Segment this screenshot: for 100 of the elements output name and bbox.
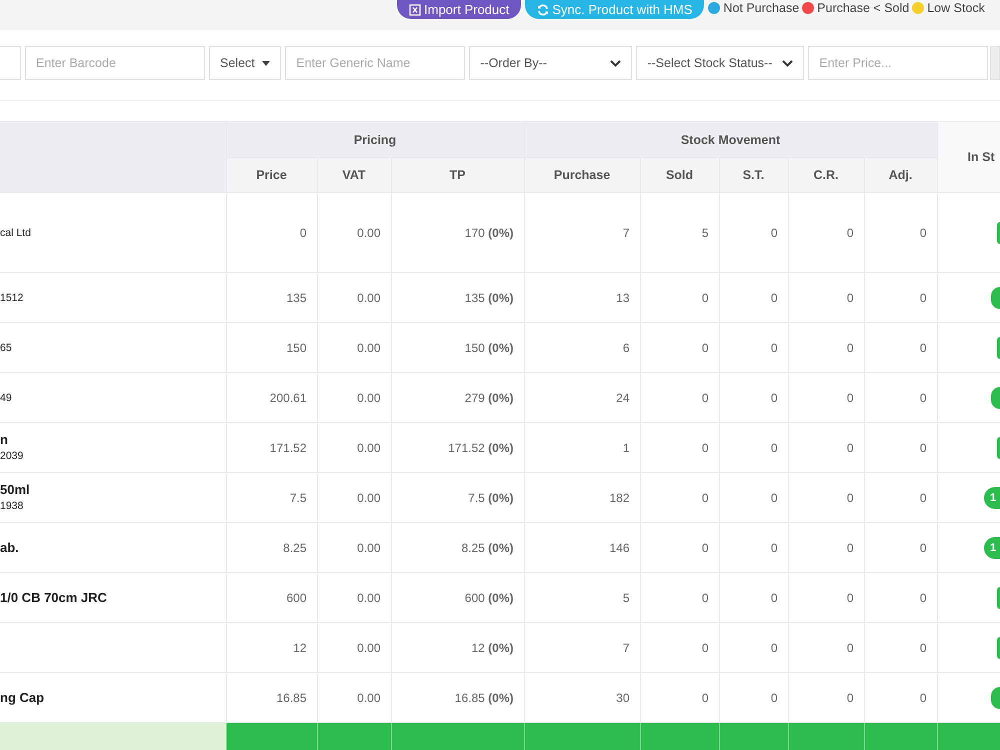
order-by-select[interactable]: --Order By-- [469, 46, 632, 80]
stock-status-select[interactable]: --Select Stock Status-- [636, 46, 804, 80]
table-cell: 0 [640, 622, 719, 672]
table-cell: 5 [524, 572, 640, 622]
table-cell: 0 [719, 322, 788, 372]
table-cell: 0 [788, 272, 864, 322]
table-cell: 0 [719, 522, 788, 572]
table-cell: 0.00 [317, 522, 391, 572]
table-cell: 0 [788, 622, 864, 672]
table-cell: 0 [864, 372, 938, 422]
table-cell: 0.00 [317, 472, 391, 522]
table-cell: 12 [226, 622, 317, 672]
stock-badge: 1 [984, 486, 1000, 508]
table-cell: 146 [524, 522, 640, 572]
table-cell: 0.00 [317, 192, 391, 272]
product-detail: 65 [0, 340, 13, 356]
table-cell: 279 (0%) [391, 372, 524, 422]
table-cell: 0 [864, 472, 938, 522]
table-cell: 13 [524, 272, 640, 322]
table-cell: 0 [864, 522, 938, 572]
product-name: 50ml [0, 482, 31, 498]
table-cell: 0 [788, 572, 864, 622]
search-button[interactable] [990, 46, 1000, 80]
price-field[interactable]: Enter Price... [808, 46, 988, 80]
table-cell: 182 [524, 472, 640, 522]
table-cell: 8.25 (0%) [391, 522, 524, 572]
table-cell: 0 [788, 522, 864, 572]
table-cell: 7 [524, 192, 640, 272]
chevron-icon [782, 60, 794, 66]
stock-badge [997, 336, 1000, 358]
table-cell: 0 [719, 622, 788, 672]
table-cell: 0 [640, 322, 719, 372]
table-cell: 0 [719, 422, 788, 472]
product-name: ab. [0, 540, 20, 556]
table-cell: 0 [719, 192, 788, 272]
table-cell: 7.5 (0%) [391, 472, 524, 522]
table-cell: 0 [864, 422, 938, 472]
table-cell: 0 [640, 472, 719, 522]
table-cell: 0.00 [317, 372, 391, 422]
table-cell: 0 [788, 322, 864, 372]
product-name: n [0, 432, 9, 448]
table-cell: 0.00 [317, 572, 391, 622]
product-detail: 1512 [0, 290, 24, 306]
product-detail: 2039 [0, 448, 24, 464]
table-cell: 200.61 [226, 372, 317, 422]
input-field[interactable] [0, 46, 21, 80]
table-cell: 0 [864, 572, 938, 622]
spreadsheet-icon [409, 4, 421, 16]
table-cell: 0 [788, 422, 864, 472]
generic-name-field[interactable]: Enter Generic Name [285, 46, 466, 80]
table-cell: 0 [788, 372, 864, 422]
table-cell: 0 [640, 372, 719, 422]
table-cell: 0 [719, 272, 788, 322]
table-cell: 0 [788, 192, 864, 272]
product-detail: 1938 [0, 498, 24, 514]
table-cell: 0.00 [317, 622, 391, 672]
chevron-icon [610, 60, 622, 66]
barcode-field[interactable]: Enter Barcode [25, 46, 205, 80]
import-button[interactable]: Import Product [397, 0, 522, 19]
product-name: 1/0 CB 70cm JRC [0, 590, 108, 606]
column-header: VAT [317, 158, 391, 192]
table-cell: 0 [719, 572, 788, 622]
table-cell: 8.25 [226, 522, 317, 572]
table-cell: 170 (0%) [391, 192, 524, 272]
stock-badge [997, 436, 1000, 458]
caret-icon [262, 60, 270, 66]
column-group-header: Pricing [226, 122, 524, 158]
table-cell: 150 (0%) [391, 322, 524, 372]
table-cell: 150 [226, 322, 317, 372]
column-group-header: Stock Movement [524, 122, 938, 158]
table-cell: 0 [640, 422, 719, 472]
product-detail: cal Ltd [0, 226, 32, 240]
table-cell: 135 [226, 272, 317, 322]
table-cell: 5 [640, 192, 719, 272]
table-cell: 24 [524, 372, 640, 422]
legend-label: Not Purchase [723, 1, 800, 15]
table-cell: 1 [524, 422, 640, 472]
table-cell: 0 [864, 272, 938, 322]
table-cell: 0 [864, 322, 938, 372]
table-cell: 0.00 [317, 422, 391, 472]
table-cell: 7 [524, 622, 640, 672]
table-cell: 12 (0%) [391, 622, 524, 672]
table-cell: 171.52 [226, 422, 317, 472]
column-header: In St [937, 122, 1000, 192]
stock-badge [991, 286, 1000, 308]
table-cell: 0 [640, 272, 719, 322]
stock-badge [997, 586, 1000, 608]
product-name: ng Cap [0, 690, 46, 706]
table-cell: 0 [864, 192, 938, 272]
table-cell: 0.00 [317, 322, 391, 372]
column-header: Purchase [524, 158, 640, 192]
stock-badge [991, 386, 1000, 408]
table-cell: 0.00 [317, 272, 391, 322]
table-cell: 0 [719, 372, 788, 422]
table-cell: 0 [864, 622, 938, 672]
select-dropdown[interactable]: Select [209, 46, 282, 80]
legend-label: Low Stock [927, 1, 985, 15]
table-cell: 600 (0%) [391, 572, 524, 622]
column-header: C.R. [788, 158, 864, 192]
table-cell: 171.52 (0%) [391, 422, 524, 472]
